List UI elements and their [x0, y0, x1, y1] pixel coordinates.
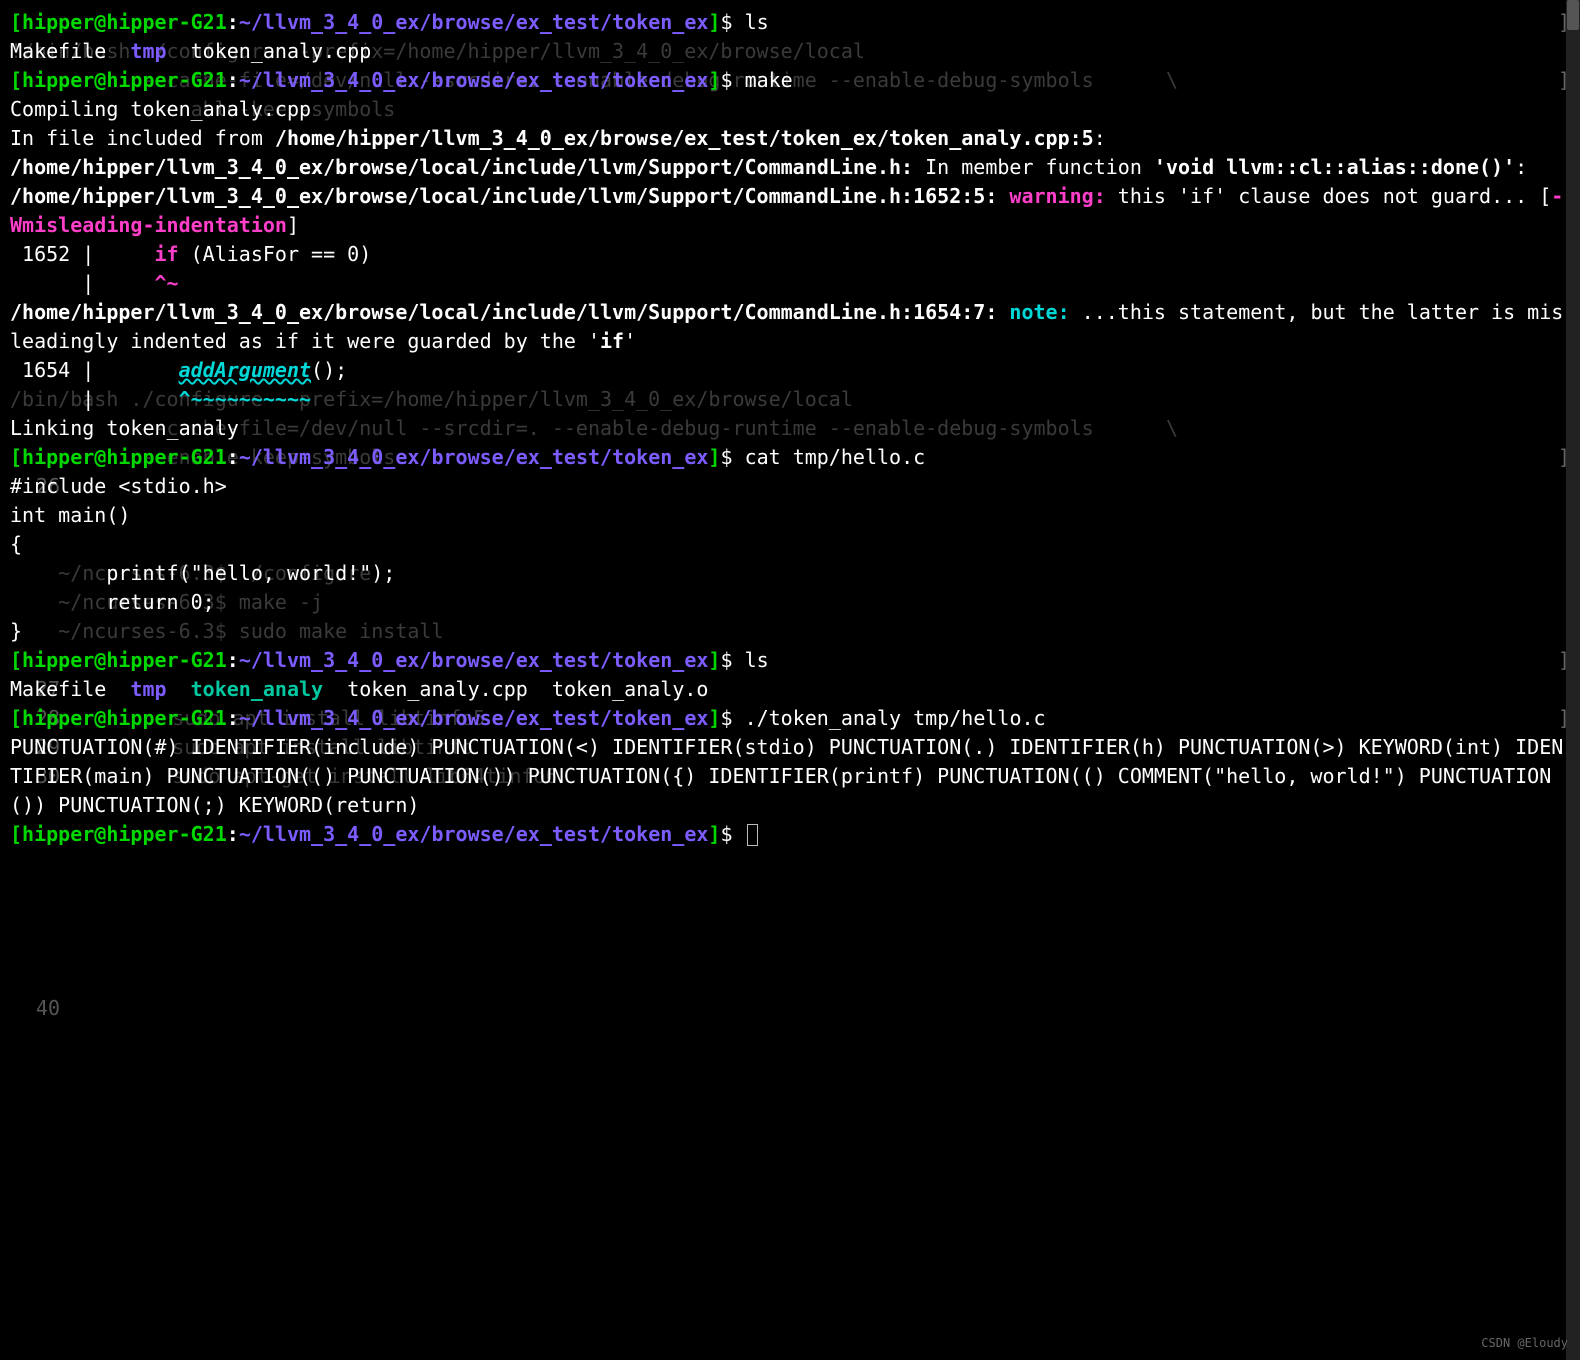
- make-note-label: note:: [997, 300, 1069, 324]
- hello-line: int main(): [10, 503, 130, 527]
- prompt-at: @: [94, 10, 106, 34]
- ls-file: token_analy.o: [552, 677, 709, 701]
- prompt-user: hipper: [22, 10, 94, 34]
- make-include-prefix: In file included from: [10, 126, 275, 150]
- hello-line: return 0;: [10, 590, 215, 614]
- hello-line: printf("hello, world!");: [10, 561, 395, 585]
- make-linking: Linking token_analy: [10, 416, 239, 440]
- command-ls2: ls: [745, 648, 769, 672]
- command-run: ./token_analy tmp/hello.c: [745, 706, 1046, 730]
- cursor[interactable]: [747, 824, 758, 846]
- ls-file: token_analy.cpp: [347, 677, 528, 701]
- hello-line: {: [10, 532, 22, 556]
- make-warning-label: warning:: [997, 184, 1105, 208]
- ls-file: Makefile: [10, 677, 106, 701]
- command-make: make: [745, 68, 793, 92]
- make-warning-path: /home/hipper/llvm_3_4_0_ex/browse/local/…: [10, 184, 997, 208]
- make-header-path: /home/hipper/llvm_3_4_0_ex/browse/local/…: [10, 155, 913, 179]
- prompt-host: hipper-G21: [106, 10, 226, 34]
- token-analy-output: PUNCTUATION(#) IDENTIFIER(include) PUNCT…: [10, 735, 1563, 817]
- prompt-symbol: $: [720, 10, 732, 34]
- ls-dir: tmp: [130, 39, 166, 63]
- make-include-path: /home/hipper/llvm_3_4_0_ex/browse/ex_tes…: [275, 126, 1094, 150]
- command-cat: cat tmp/hello.c: [745, 445, 926, 469]
- make-compiling: Compiling token_analy.cpp: [10, 97, 311, 121]
- code-if-keyword: if: [155, 242, 179, 266]
- command-ls: ls: [745, 10, 769, 34]
- make-note-path: /home/hipper/llvm_3_4_0_ex/browse/local/…: [10, 300, 997, 324]
- ls-exe: token_analy: [191, 677, 323, 701]
- make-function: 'void llvm::cl::alias::done()': [1154, 155, 1515, 179]
- terminal-output[interactable]: ][hipper@hipper-G21:~/llvm_3_4_0_ex/brow…: [10, 8, 1570, 849]
- hello-line: }: [10, 619, 22, 643]
- caret-indicator: ^~~~~~~~~~~: [179, 387, 311, 411]
- code-addargument: addArgument: [179, 358, 311, 382]
- prompt-bracket-open: [: [10, 10, 22, 34]
- prompt-path: ~/llvm_3_4_0_ex/browse/ex_test/token_ex: [239, 10, 709, 34]
- ls-file: Makefile: [10, 39, 106, 63]
- hello-line: #include <stdio.h>: [10, 474, 227, 498]
- watermark: CSDN @Eloudy: [1481, 1335, 1568, 1352]
- ls-file: token_analy.cpp: [191, 39, 372, 63]
- ls-dir: tmp: [130, 677, 166, 701]
- caret-indicator: ^~: [155, 271, 179, 295]
